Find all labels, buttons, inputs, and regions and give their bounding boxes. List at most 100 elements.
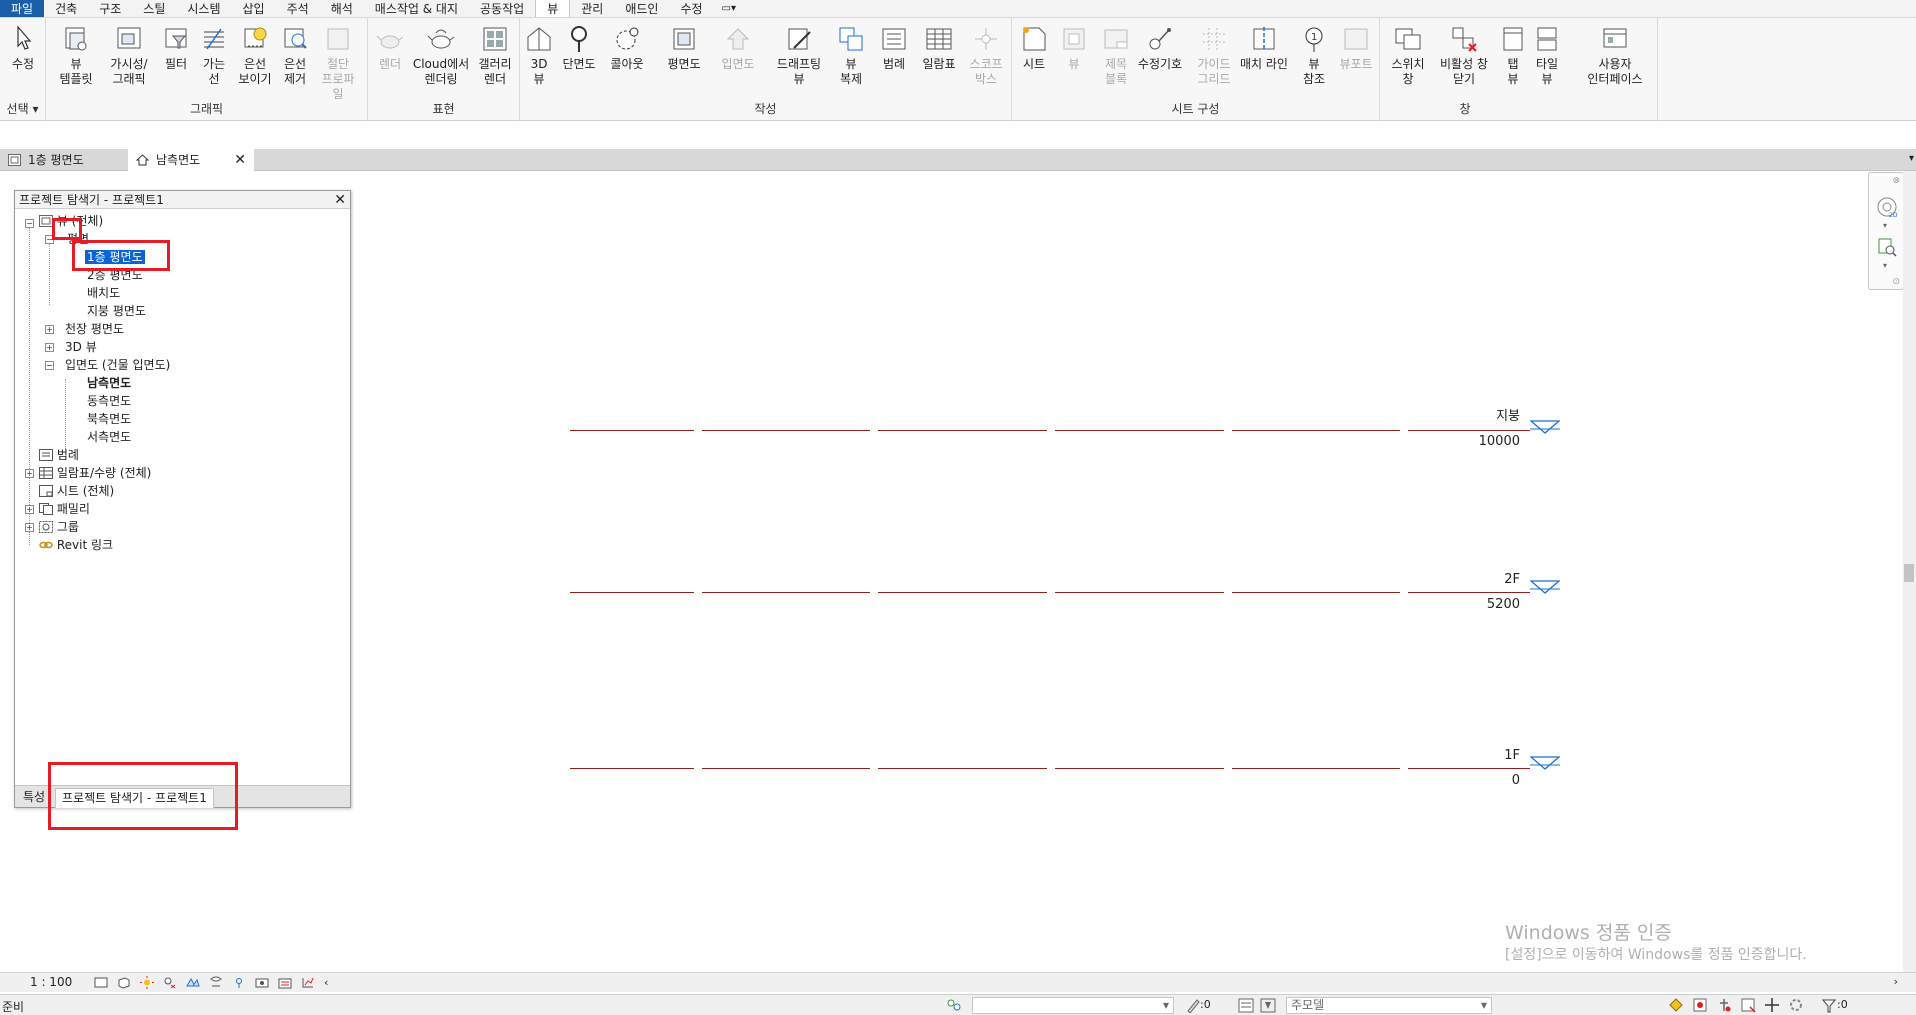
plan-views-button[interactable]: 평면도 (662, 24, 706, 72)
callout-button[interactable]: 콜아웃 (606, 24, 648, 72)
level-elevation-2f[interactable]: 5200 (1440, 597, 1520, 612)
level-name-roof[interactable]: 지붕 (1440, 405, 1520, 424)
menu-tab-insert[interactable]: 삽입 (232, 0, 276, 17)
show-analytical-model-icon[interactable] (301, 976, 315, 989)
menu-tab-manage[interactable]: 관리 (570, 0, 614, 17)
temporary-hide-icon[interactable] (232, 976, 246, 989)
menu-tab-structure[interactable]: 구조 (88, 0, 132, 17)
tree-node-3d-views[interactable]: 3D 뷰 (65, 339, 97, 355)
expand-toggle[interactable]: + (25, 469, 34, 478)
close-inactive-windows-button[interactable]: 비활성 창 닫기 (1434, 24, 1494, 87)
design-options-icon[interactable] (1238, 998, 1254, 1013)
chevron-down-icon[interactable]: ▾ (1883, 261, 1887, 270)
background-processes-icon[interactable] (1788, 997, 1804, 1013)
render-gallery-button[interactable]: 갤러리 렌더 (474, 24, 516, 87)
design-option-active-icon[interactable] (1260, 998, 1276, 1013)
level-name-1f[interactable]: 1F (1440, 748, 1520, 763)
tree-node-elevations[interactable]: 입면도 (건물 입면도) (65, 357, 170, 373)
level-head-marker-icon[interactable] (1530, 419, 1560, 435)
select-underlay-icon[interactable] (1692, 997, 1708, 1013)
visual-style-icon[interactable] (117, 976, 131, 989)
detail-level-icon[interactable] (94, 976, 108, 989)
menu-tab-modify[interactable]: 수정 (669, 0, 713, 17)
close-icon[interactable]: ✕ (234, 149, 246, 171)
section-button[interactable]: 단면도 (558, 24, 600, 72)
tree-item-east-elevation[interactable]: 동측면도 (87, 393, 131, 409)
scope-box-button[interactable]: 스코프 박스 (964, 24, 1008, 87)
tree-node-revit-links[interactable]: Revit 링크 (39, 537, 113, 553)
level-name-2f[interactable]: 2F (1440, 572, 1520, 587)
tree-item-south-elevation[interactable]: 남측면도 (87, 375, 131, 391)
menu-tab-file[interactable]: 파일 (0, 0, 45, 17)
level-elevation-roof[interactable]: 10000 (1440, 434, 1520, 449)
duplicate-view-button[interactable]: 뷰 복제 (832, 24, 870, 87)
user-interface-button[interactable]: 사용자 인터페이스 (1578, 24, 1652, 87)
expand-toggle[interactable]: + (25, 505, 34, 514)
steering-wheel-icon[interactable]: 2D (1875, 195, 1899, 219)
tree-node-legends[interactable]: 범례 (39, 447, 79, 463)
view-reference-button[interactable]: 1 뷰 참조 (1294, 24, 1334, 87)
remove-hidden-lines-button[interactable]: 은선 제거 (276, 24, 314, 87)
scroll-left-icon[interactable]: ‹ (324, 976, 338, 989)
3d-view-button[interactable]: 3D 뷰 (524, 24, 554, 87)
menu-tab-collaborate[interactable]: 공동작업 (469, 0, 535, 17)
view-scale[interactable]: 1 : 100 (30, 975, 72, 989)
collapse-toggle[interactable]: − (25, 219, 34, 228)
view-tab-floor-plan-1[interactable]: 1층 평면도 (0, 149, 126, 171)
chevron-down-icon[interactable]: ▾ (1883, 221, 1887, 230)
menu-tab-analyze[interactable]: 해석 (320, 0, 364, 17)
level-line-1f[interactable] (570, 767, 1530, 770)
level-head-marker-icon[interactable] (1530, 755, 1560, 771)
expand-toggle[interactable]: + (45, 325, 54, 334)
sheet-button[interactable]: 시트 (1016, 24, 1052, 72)
tree-node-families[interactable]: 패밀리 (39, 501, 90, 517)
crop-view-icon[interactable] (209, 976, 223, 989)
expand-toggle[interactable]: + (45, 343, 54, 352)
render-in-cloud-button[interactable]: Cloud에서 렌더링 (412, 24, 470, 87)
cut-profile-button[interactable]: 절단 프로파일 (316, 24, 360, 102)
menu-tab-addins[interactable]: 애드인 (614, 0, 669, 17)
menu-tab-systems[interactable]: 시스템 (176, 0, 231, 17)
visibility-graphics-button[interactable]: 가시성/ 그래픽 (104, 24, 154, 87)
options-icon[interactable]: ⊙ (1892, 277, 1900, 287)
menu-tab-architecture[interactable]: 건축 (44, 0, 88, 17)
menu-tab-massing[interactable]: 매스작업 & 대지 (364, 0, 469, 17)
place-view-button[interactable]: 뷰 (1056, 24, 1092, 72)
view-tab-south-elevation[interactable]: 남측면도 ✕ (128, 149, 254, 171)
guide-grid-button[interactable]: 가이드 그리드 (1192, 24, 1236, 87)
scroll-right-icon[interactable]: › (1894, 975, 1898, 988)
tree-node-sheets[interactable]: 시트 (전체) (39, 483, 114, 499)
close-icon[interactable]: ⊗ (1892, 176, 1900, 186)
legends-button[interactable]: 범례 (874, 24, 914, 72)
design-option-dropdown[interactable]: 주모델 ▾ (1286, 997, 1492, 1014)
tile-views-button[interactable]: 타일 뷰 (1532, 24, 1562, 87)
view-templates-button[interactable]: 뷰 템플릿 (54, 24, 98, 87)
modify-button[interactable]: 수정 (6, 24, 40, 72)
reveal-hidden-icon[interactable] (255, 976, 269, 989)
workset-dropdown[interactable]: ▾ (972, 997, 1174, 1014)
expand-toggle[interactable]: + (25, 523, 34, 532)
filters-button[interactable]: 필터 (158, 24, 194, 72)
sun-path-icon[interactable] (140, 976, 154, 989)
show-hidden-lines-button[interactable]: 은선 보이기 (236, 24, 274, 87)
filter-icon[interactable] (1822, 998, 1836, 1013)
elevation-button[interactable]: 입면도 (716, 24, 760, 72)
tree-item-site-plan[interactable]: 배치도 (87, 285, 120, 301)
tree-node-ceiling-plans[interactable]: 천장 평면도 (65, 321, 124, 337)
rendering-dialog-icon[interactable] (186, 976, 200, 989)
level-head-marker-icon[interactable] (1530, 579, 1560, 595)
tree-item-roof-plan[interactable]: 지붕 평면도 (87, 303, 146, 319)
tabs-overflow-icon[interactable]: ▾ (1909, 153, 1914, 164)
temporary-view-properties-icon[interactable] (278, 976, 292, 989)
tree-node-schedules[interactable]: 일람표/수량 (전체) (39, 465, 151, 481)
tree-node-groups[interactable]: 그룹 (39, 519, 79, 535)
drag-elements-icon[interactable] (1764, 997, 1780, 1013)
drafting-view-button[interactable]: 드래프팅 뷰 (772, 24, 826, 87)
tab-views-button[interactable]: 탭 뷰 (1498, 24, 1528, 87)
editing-requests-icon[interactable] (1186, 998, 1200, 1013)
switch-windows-button[interactable]: 스위치 창 (1386, 24, 1430, 87)
viewports-button[interactable]: 뷰포트 (1336, 24, 1376, 72)
revisions-button[interactable]: 수정기호 (1130, 24, 1190, 72)
menu-tab-view[interactable]: 뷰 (535, 0, 571, 17)
tree-item-west-elevation[interactable]: 서측면도 (87, 429, 131, 445)
